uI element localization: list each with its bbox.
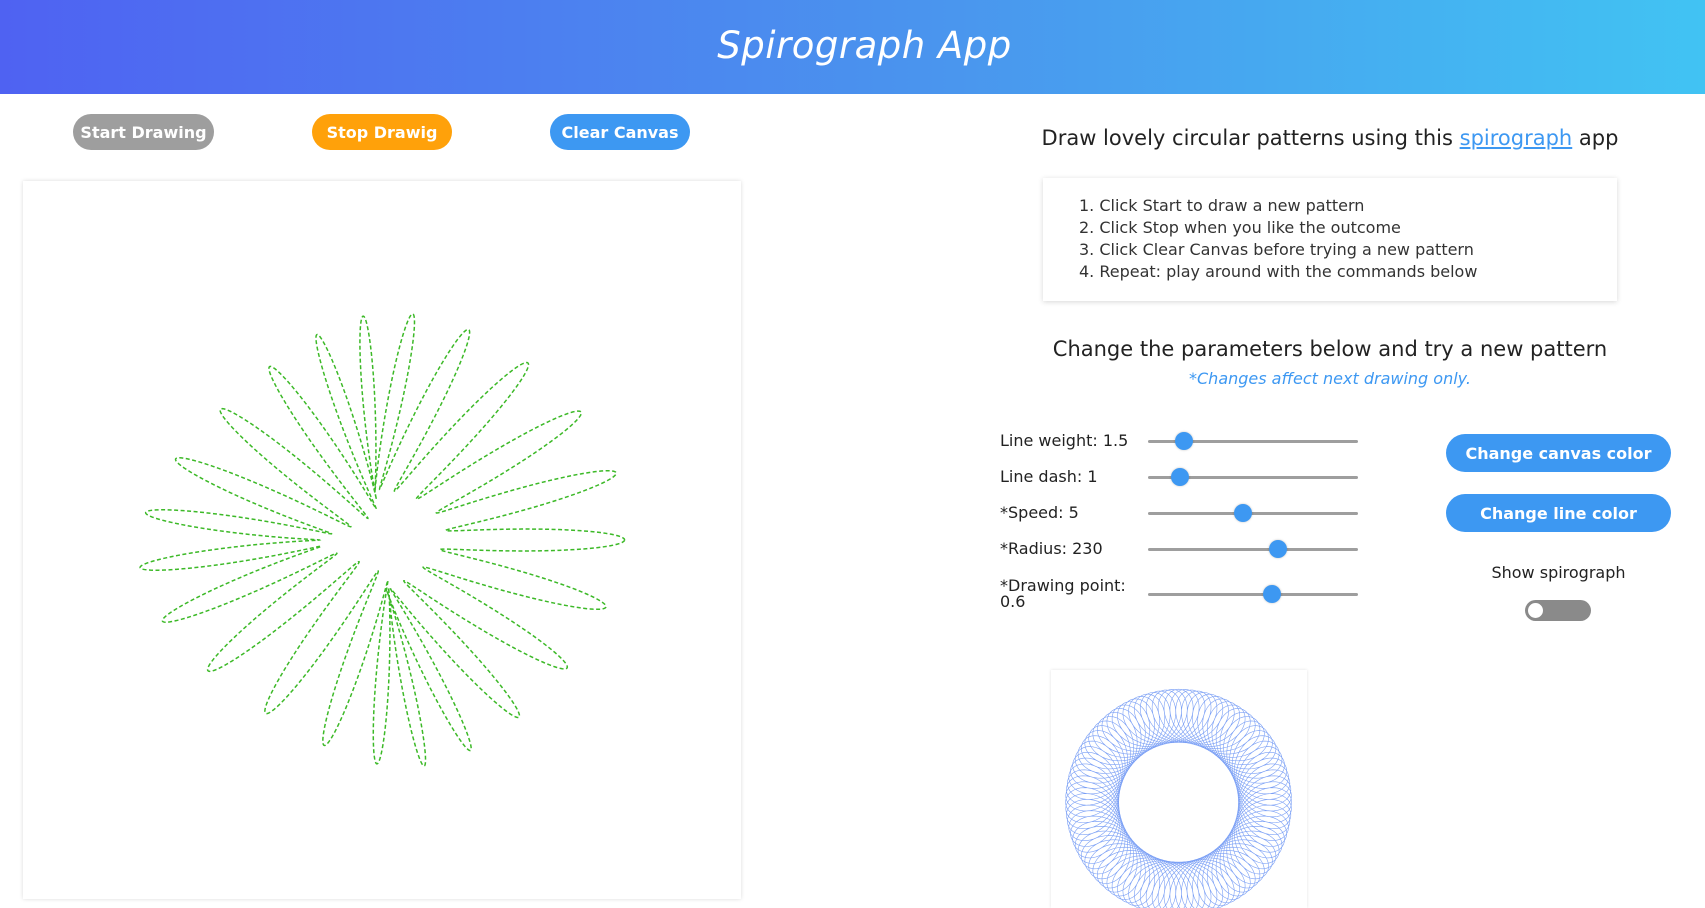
- toggle-knob: [1528, 603, 1543, 618]
- speed-label: *Speed: 5: [1000, 503, 1079, 522]
- radius-slider[interactable]: [1148, 538, 1358, 560]
- line-weight-label: Line weight: 1.5: [1000, 431, 1129, 450]
- drawing-point-label: *Drawing point: 0.6: [1000, 576, 1126, 611]
- instruction-item: 2. Click Stop when you like the outcome: [1079, 218, 1401, 237]
- spirograph-link[interactable]: spirograph: [1460, 126, 1573, 150]
- show-spirograph-toggle[interactable]: [1525, 600, 1591, 621]
- instruction-item: 3. Click Clear Canvas before trying a ne…: [1079, 240, 1474, 259]
- slider-track: [1148, 593, 1358, 596]
- start-drawing-button[interactable]: Start Drawing: [73, 114, 214, 150]
- instructions-card: 1. Click Start to draw a new pattern 2. …: [1043, 178, 1617, 301]
- drawing-canvas[interactable]: [23, 181, 741, 899]
- instruction-item: 4. Repeat: play around with the commands…: [1079, 262, 1478, 281]
- show-spirograph-label: Show spirograph: [1491, 563, 1626, 582]
- intro-text-before: Draw lovely circular patterns using this: [1041, 126, 1460, 150]
- instructions-list: 1. Click Start to draw a new pattern 2. …: [1079, 195, 1477, 283]
- drawing-pen-dot: [371, 529, 393, 551]
- example-pattern-drawing: [1065, 688, 1292, 908]
- stop-drawing-button[interactable]: Stop Drawig: [312, 114, 452, 150]
- speed-slider[interactable]: [1148, 502, 1358, 524]
- instruction-item: 1. Click Start to draw a new pattern: [1079, 196, 1365, 215]
- clear-canvas-button[interactable]: Clear Canvas: [550, 114, 690, 150]
- slider-thumb[interactable]: [1262, 585, 1281, 603]
- change-line-color-button[interactable]: Change line color: [1446, 494, 1671, 532]
- slider-thumb[interactable]: [1170, 468, 1189, 486]
- line-weight-slider[interactable]: [1148, 430, 1358, 452]
- slider-thumb[interactable]: [1233, 504, 1252, 522]
- spirograph-drawing: [139, 313, 626, 767]
- slider-track: [1148, 512, 1358, 515]
- line-dash-slider[interactable]: [1148, 466, 1358, 488]
- parameters-title: Change the parameters below and try a ne…: [1052, 337, 1608, 361]
- slider-track: [1148, 548, 1358, 551]
- line-dash-label: Line dash: 1: [1000, 467, 1098, 486]
- slider-thumb[interactable]: [1269, 540, 1288, 558]
- app-header: Spirograph App: [0, 0, 1705, 94]
- drawing-point-slider[interactable]: [1148, 583, 1358, 605]
- parameters-note: *Changes affect next drawing only.: [1189, 369, 1471, 388]
- intro-text: Draw lovely circular patterns using this…: [1000, 126, 1660, 150]
- example-pattern-preview: [1051, 670, 1307, 908]
- app-title: Spirograph App: [717, 23, 1012, 67]
- change-canvas-color-button[interactable]: Change canvas color: [1446, 434, 1671, 472]
- radius-label: *Radius: 230: [1000, 539, 1103, 558]
- slider-thumb[interactable]: [1174, 432, 1193, 450]
- intro-text-after: app: [1572, 126, 1619, 150]
- example-pattern-path: [1065, 688, 1292, 908]
